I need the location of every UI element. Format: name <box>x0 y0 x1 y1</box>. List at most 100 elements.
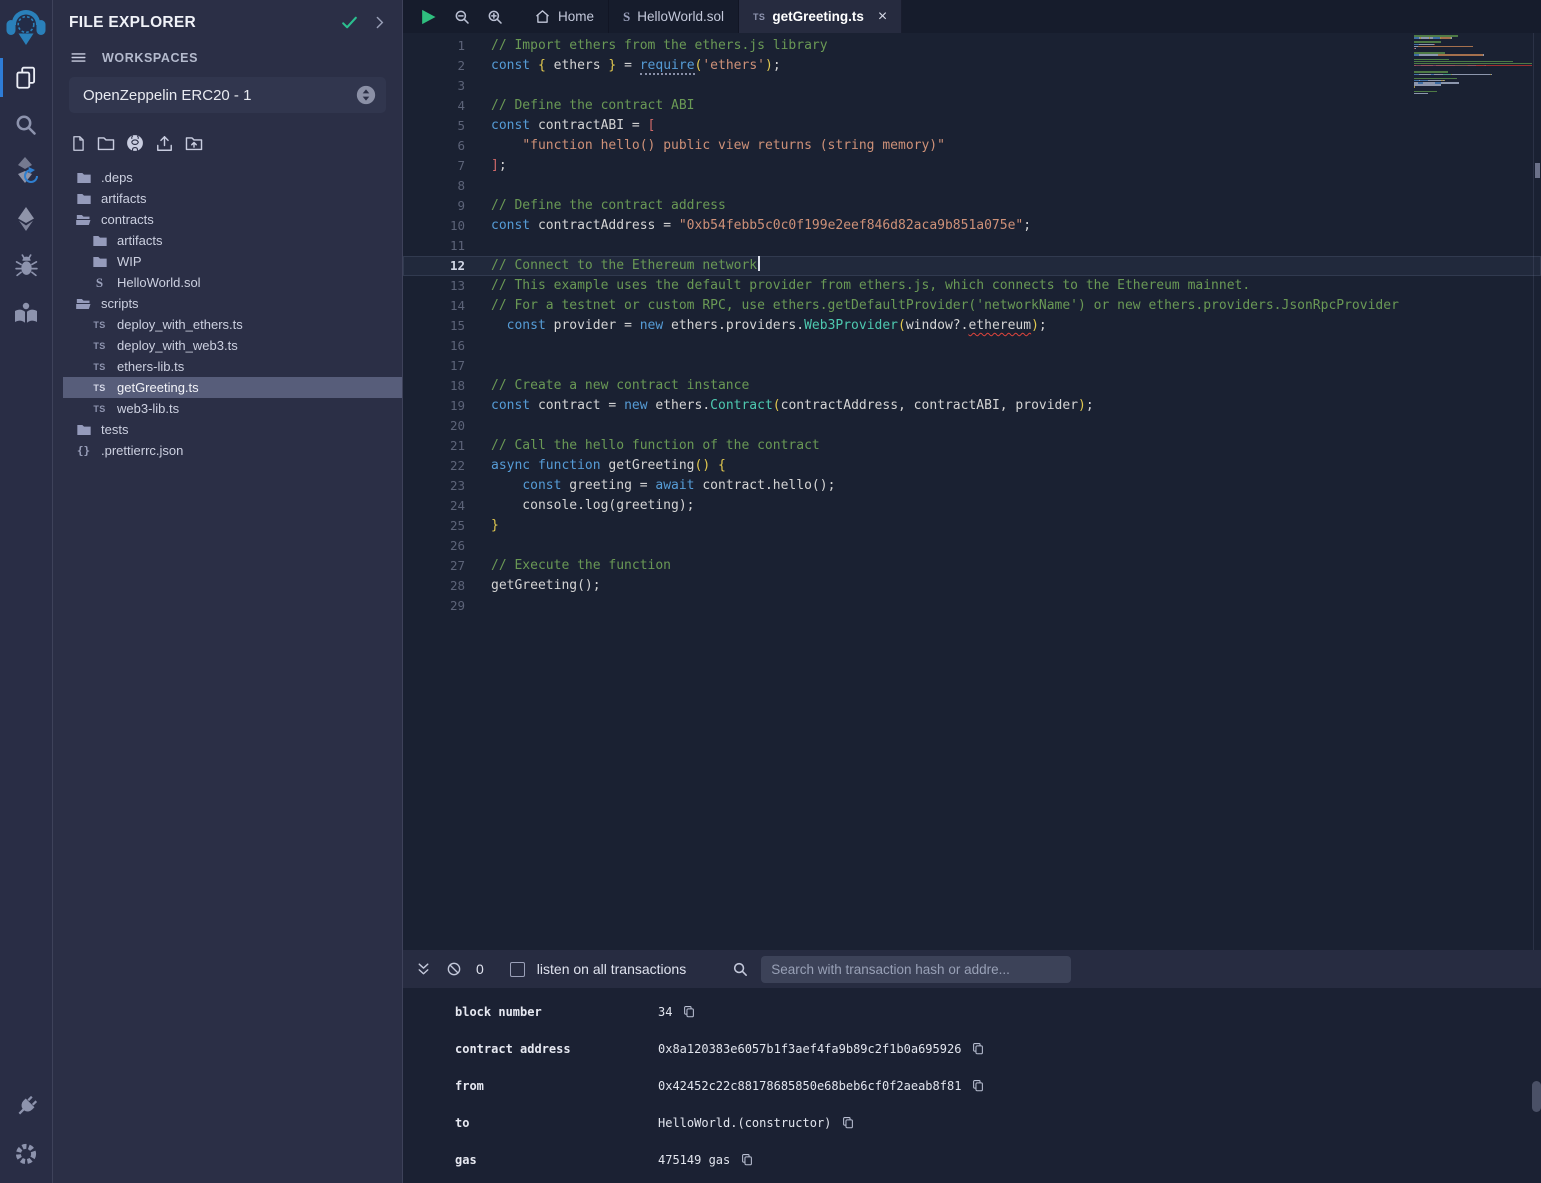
code-line-20[interactable]: 20 <box>403 416 1541 436</box>
tree-item-ethers-lib.ts[interactable]: TSethers-lib.ts <box>63 356 402 377</box>
new-folder-icon[interactable] <box>96 134 116 153</box>
activity-remix-logo[interactable] <box>0 0 52 54</box>
terminal-scrollbar-thumb[interactable] <box>1532 1081 1541 1112</box>
code-line-21[interactable]: 21// Call the hello function of the cont… <box>403 436 1541 456</box>
code-line-29[interactable]: 29 <box>403 596 1541 616</box>
code-line-11[interactable]: 11 <box>403 236 1541 256</box>
copy-icon[interactable] <box>682 1004 696 1019</box>
activity-solidity-compiler[interactable] <box>0 148 52 195</box>
tree-item-.deps[interactable]: .deps <box>63 167 402 188</box>
activity-search[interactable] <box>0 101 52 148</box>
line-number: 9 <box>403 196 465 216</box>
activity-settings[interactable] <box>0 1130 52 1177</box>
folder-open-icon <box>75 212 92 228</box>
code-line-15[interactable]: 15 const provider = new ethers.providers… <box>403 316 1541 336</box>
tree-item-deploy_with_ethers.ts[interactable]: TSdeploy_with_ethers.ts <box>63 314 402 335</box>
line-content: ]; <box>491 156 507 176</box>
zoom-out-icon[interactable] <box>453 8 471 26</box>
code-line-25[interactable]: 25} <box>403 516 1541 536</box>
zoom-in-icon[interactable] <box>486 8 504 26</box>
code-line-6[interactable]: 6 "function hello() public view returns … <box>403 136 1541 156</box>
remix-logo-icon <box>5 7 47 47</box>
code-line-14[interactable]: 14// For a testnet or custom RPC, use et… <box>403 296 1541 316</box>
code-editor[interactable]: 1// Import ethers from the ethers.js lib… <box>403 33 1541 950</box>
folder-open-icon <box>75 296 92 312</box>
code-line-3[interactable]: 3 <box>403 76 1541 96</box>
tab-getGreeting.ts[interactable]: TSgetGreeting.ts× <box>739 0 902 33</box>
tree-item-HelloWorld.sol[interactable]: SHelloWorld.sol <box>63 272 402 293</box>
code-line-1[interactable]: 1// Import ethers from the ethers.js lib… <box>403 36 1541 56</box>
code-line-27[interactable]: 27// Execute the function <box>403 556 1541 576</box>
line-number: 3 <box>403 76 465 96</box>
activity-file-explorer[interactable] <box>0 54 52 101</box>
code-line-12[interactable]: 12// Connect to the Ethereum network <box>403 256 1541 276</box>
editor-scrollbar-thumb[interactable] <box>1535 163 1540 178</box>
copy-icon[interactable] <box>841 1115 855 1130</box>
copy-icon[interactable] <box>971 1078 985 1093</box>
tree-item-WIP[interactable]: WIP <box>63 251 402 272</box>
code-line-16[interactable]: 16 <box>403 336 1541 356</box>
code-line-28[interactable]: 28getGreeting(); <box>403 576 1541 596</box>
terminal-search-input[interactable] <box>761 956 1071 983</box>
tree-item-scripts[interactable]: scripts <box>63 293 402 314</box>
workspace-dropdown-icon[interactable] <box>355 84 377 106</box>
tree-item-label: getGreeting.ts <box>117 380 199 395</box>
file-explorer-icon <box>13 65 39 91</box>
github-icon[interactable] <box>125 133 145 153</box>
tree-item-web3-lib.ts[interactable]: TSweb3-lib.ts <box>63 398 402 419</box>
code-line-17[interactable]: 17 <box>403 356 1541 376</box>
code-line-24[interactable]: 24 console.log(greeting); <box>403 496 1541 516</box>
activity-deploy-and-run[interactable] <box>0 195 52 242</box>
code-line-10[interactable]: 10const contractAddress = "0xb54febb5c0c… <box>403 216 1541 236</box>
code-line-19[interactable]: 19const contract = new ethers.Contract(c… <box>403 396 1541 416</box>
upload-folder-icon[interactable] <box>184 134 204 153</box>
code-line-5[interactable]: 5const contractABI = [ <box>403 116 1541 136</box>
clear-console-icon[interactable] <box>446 961 462 977</box>
copy-icon[interactable] <box>971 1041 985 1056</box>
code-line-23[interactable]: 23 const greeting = await contract.hello… <box>403 476 1541 496</box>
line-content: } <box>491 516 499 536</box>
tree-item-tests[interactable]: tests <box>63 419 402 440</box>
code-line-4[interactable]: 4// Define the contract ABI <box>403 96 1541 116</box>
code-line-2[interactable]: 2const { ethers } = require('ethers'); <box>403 56 1541 76</box>
tree-item-contracts[interactable]: contracts <box>63 209 402 230</box>
plugin-manager-icon <box>13 1093 40 1120</box>
code-line-9[interactable]: 9// Define the contract address <box>403 196 1541 216</box>
tab-HelloWorld.sol[interactable]: SHelloWorld.sol <box>609 0 739 33</box>
activity-learneth[interactable] <box>0 289 52 336</box>
code-line-13[interactable]: 13// This example uses the default provi… <box>403 276 1541 296</box>
line-content: // Connect to the Ethereum network <box>491 256 760 276</box>
tree-item-getGreeting.ts[interactable]: TSgetGreeting.ts <box>63 377 402 398</box>
code-line-22[interactable]: 22async function getGreeting() { <box>403 456 1541 476</box>
tab-label: Home <box>558 9 594 24</box>
tree-item-artifacts[interactable]: artifacts <box>63 188 402 209</box>
activity-plugin-manager[interactable] <box>0 1083 52 1130</box>
run-script-button[interactable] <box>418 7 438 27</box>
listen-transactions-checkbox[interactable] <box>510 962 525 977</box>
code-line-26[interactable]: 26 <box>403 536 1541 556</box>
tree-item-artifacts[interactable]: artifacts <box>63 230 402 251</box>
transaction-detail-row: contract address0x8a120383e6057b1f3aef4f… <box>403 1030 1541 1067</box>
upload-file-icon[interactable] <box>154 134 175 153</box>
transaction-detail-row: from0x42452c22c88178685850e68beb6cf0f2ae… <box>403 1067 1541 1104</box>
tree-item-.prettierrc.json[interactable]: {}.prettierrc.json <box>63 440 402 461</box>
chevron-right-icon[interactable] <box>371 14 388 31</box>
activity-debugger[interactable] <box>0 242 52 289</box>
editor-minimap[interactable] <box>1414 35 1532 97</box>
tab-Home[interactable]: Home <box>520 0 609 33</box>
code-line-7[interactable]: 7]; <box>403 156 1541 176</box>
code-line-18[interactable]: 18// Create a new contract instance <box>403 376 1541 396</box>
code-line-8[interactable]: 8 <box>403 176 1541 196</box>
copy-icon[interactable] <box>740 1152 754 1167</box>
transaction-detail-row: gas475149 gas <box>403 1141 1541 1178</box>
line-number: 1 <box>403 36 465 56</box>
workspace-selector[interactable]: OpenZeppelin ERC20 - 1 <box>69 77 386 113</box>
detail-label: gas <box>455 1153 658 1167</box>
tree-item-deploy_with_web3.ts[interactable]: TSdeploy_with_web3.ts <box>63 335 402 356</box>
terminal-expand-icon[interactable] <box>415 961 432 978</box>
new-file-icon[interactable] <box>70 134 87 153</box>
hamburger-menu-icon[interactable] <box>69 48 88 67</box>
folder-icon <box>75 191 92 207</box>
check-icon[interactable] <box>340 13 359 32</box>
close-tab-icon[interactable]: × <box>878 8 887 26</box>
